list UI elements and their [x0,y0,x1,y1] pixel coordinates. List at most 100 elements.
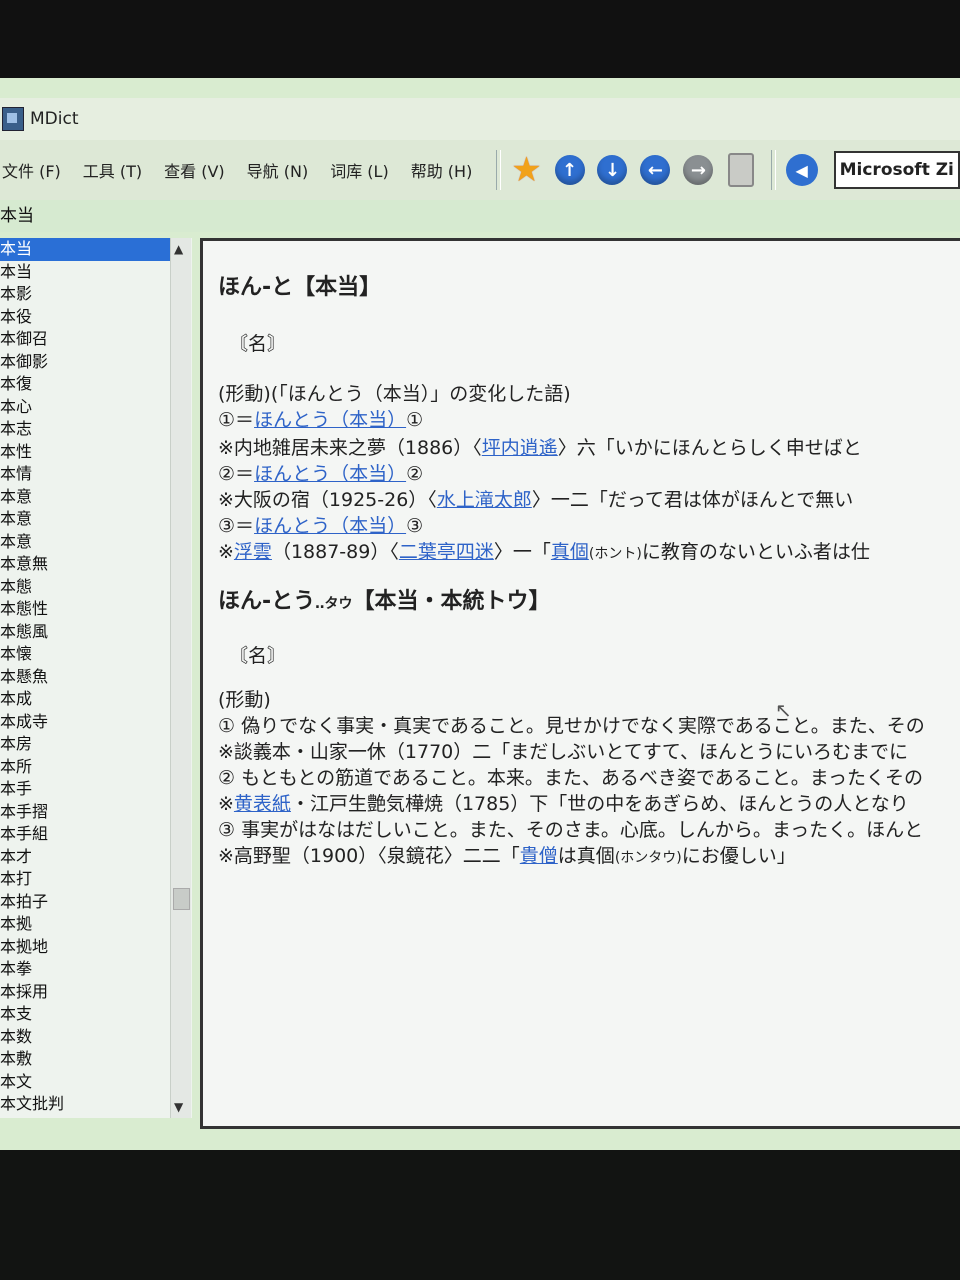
word-list-item[interactable]: 本文批判 [0,1093,170,1116]
word-list-item[interactable]: 本拍子 [0,891,170,914]
word-list-item[interactable]: 本役 [0,306,170,329]
headword-kana: ほん-とう [218,589,316,614]
toolbar-separator [496,150,502,190]
citation-text: （1887-89）〈 [271,541,399,563]
word-list-item[interactable]: 本意 [0,531,170,554]
forward-button[interactable]: → [683,153,714,187]
back-button[interactable]: ← [640,153,671,187]
menu-library[interactable]: 词库 (L) [330,158,389,182]
word-list-item[interactable]: 本才 [0,846,170,869]
sense-line: ① 偽りでなく事実・真実であること。見せかけでなく実際であること。また、その [218,715,925,737]
citation-line: ※談義本・山家一休（1770）二「まだしぶいとてすて、ほんとうにいろむまでに [218,741,908,763]
author-link[interactable]: 水上滝太郎 [437,489,532,511]
citation-text: ※ [218,541,234,563]
favorites-button[interactable]: ★ [511,153,542,187]
search-input[interactable]: 本当 [0,200,960,232]
cross-ref-link[interactable]: ほんとう（本当） [254,515,406,537]
word-list-item[interactable]: 本態性 [0,598,170,621]
word-link[interactable]: 貴僧 [520,845,558,867]
sense-line: ③＝ほんとう（本当）③ [218,511,423,538]
down-button[interactable]: ↓ [597,153,628,187]
word-list-item[interactable]: 本手 [0,778,170,801]
citation-text: は真個 [557,845,615,867]
word-list-item[interactable]: 本支 [0,1003,170,1026]
menu-file[interactable]: 文件 (F) [2,158,61,182]
dictionary-select[interactable]: Microsoft Zi [833,151,960,189]
author-link[interactable]: 二葉亭四迷 [399,541,494,563]
citation-text: 〉六「いかにほんとらしく申せばと [557,437,862,459]
citation-line: ※内地雑居未来之夢（1886）〈坪内逍遙〉六「いかにほんとらしく申せばと [218,433,862,460]
up-button[interactable]: ↑ [554,153,585,187]
word-list-item[interactable]: 本御影 [0,351,170,374]
menu-help[interactable]: 帮助 (H) [411,158,473,182]
word-list-item[interactable]: 本手組 [0,823,170,846]
mouse-pointer-icon: ↖ [775,698,792,722]
menu-view[interactable]: 查看 (V) [164,158,225,182]
word-list-item[interactable]: 本当 [0,238,170,261]
word-list-item[interactable]: 本復 [0,373,170,396]
word-list-item[interactable]: 本御召 [0,328,170,351]
citation-line: ※大阪の宿（1925-26）〈水上滝太郎〉一二「だって君は体がほんとで無い [218,485,853,512]
word-list-item[interactable]: 本拳 [0,958,170,981]
monitor-bezel-top [0,0,960,80]
word-list-item[interactable]: 本意 [0,486,170,509]
sense-sub: ③ [406,515,424,537]
word-list-item[interactable]: 本情 [0,463,170,486]
sense-line: ①＝ほんとう（本当）① [218,405,423,432]
word-list-item[interactable]: 本文 [0,1071,170,1094]
word-list-item[interactable]: 本性 [0,441,170,464]
scroll-thumb[interactable] [173,888,190,910]
sense-sub: ① [406,409,424,431]
word-list-item[interactable]: 本当 [0,261,170,284]
word-list-item[interactable]: 本打 [0,868,170,891]
word-list-item[interactable]: 本数 [0,1026,170,1049]
word-list-item[interactable]: 本採用 [0,981,170,1004]
word-list-item[interactable]: 本拠 [0,913,170,936]
chevron-up-icon[interactable]: ▲ [174,242,183,256]
word-list-item[interactable]: 本心 [0,396,170,419]
word-list-item[interactable]: 本態 [0,576,170,599]
citation-text: 〉一「 [493,541,551,563]
headword-reading: ‥タウ [315,596,353,612]
word-list-item[interactable]: 本所 [0,756,170,779]
word-list-item[interactable]: 本拠地 [0,936,170,959]
clipboard-button[interactable] [726,153,757,187]
definition-panel: ほん-と【本当】 〘名〙 (形動)(「ほんとう（本当）」の変化した語) ①＝ほん… [200,238,960,1129]
word-list-item[interactable]: 本敷 [0,1048,170,1071]
cross-ref-link[interactable]: ほんとう（本当） [254,409,406,431]
work-link[interactable]: 浮雲 [234,541,272,563]
word-list-item[interactable]: 本成 [0,688,170,711]
author-link[interactable]: 坪内逍遙 [482,437,558,459]
chevron-down-icon[interactable]: ▼ [174,1100,183,1114]
menu-toolbar: 文件 (F) 工具 (T) 查看 (V) 导航 (N) 词库 (L) 帮助 (H… [0,140,960,201]
word-list-item[interactable]: 本意 [0,508,170,531]
word-list: 本当 本当 本影 本役 本御召 本御影 本復 本心 本志 本性 本情 本意 本意 本意 本意無 本態 本態性 本態… [0,238,170,1116]
word-list-item[interactable]: 本懐 [0,643,170,666]
word-list-item[interactable]: 本志 [0,418,170,441]
arrow-right-icon: → [683,155,714,185]
definition-line: (形動)(「ほんとう（本当）」の変化した語) [218,383,571,405]
cross-ref-link[interactable]: ほんとう（本当） [254,463,406,485]
word-list-item[interactable]: 本懸魚 [0,666,170,689]
word-list-item[interactable]: 本手摺 [0,801,170,824]
word-list-item[interactable]: 本成寺 [0,711,170,734]
word-list-item[interactable]: 本影 [0,283,170,306]
entry-headword-2: ほん-とう‥タウ【本当・本統トウ】 [218,583,551,615]
arrow-down-icon: ↓ [597,155,628,185]
menu-navigate[interactable]: 导航 (N) [247,158,309,182]
word-list-item[interactable]: 本意無 [0,553,170,576]
genre-link[interactable]: 黄表紙 [234,793,291,815]
word-list-scrollbar[interactable]: ▲ ▼ [170,238,191,1118]
word-link[interactable]: 真個 [551,541,589,563]
sense-number: ② [218,463,236,485]
citation-text: に教育のないといふ者は仕 [641,541,870,563]
part-of-speech: 〘名〙 [229,645,287,667]
word-list-item[interactable]: 本房 [0,733,170,756]
reading-text: (ホンタウ) [614,850,682,866]
window-title: MDict [30,109,79,129]
pronounce-button[interactable]: ◀ [785,153,818,187]
word-list-item[interactable]: 本態風 [0,621,170,644]
menu-tools[interactable]: 工具 (T) [83,158,142,182]
speaker-icon: ◀ [785,154,818,186]
sense-line: ③ 事実がはなはだしいこと。また、そのさま。心底。しんから。まったく。ほんと [218,819,924,841]
